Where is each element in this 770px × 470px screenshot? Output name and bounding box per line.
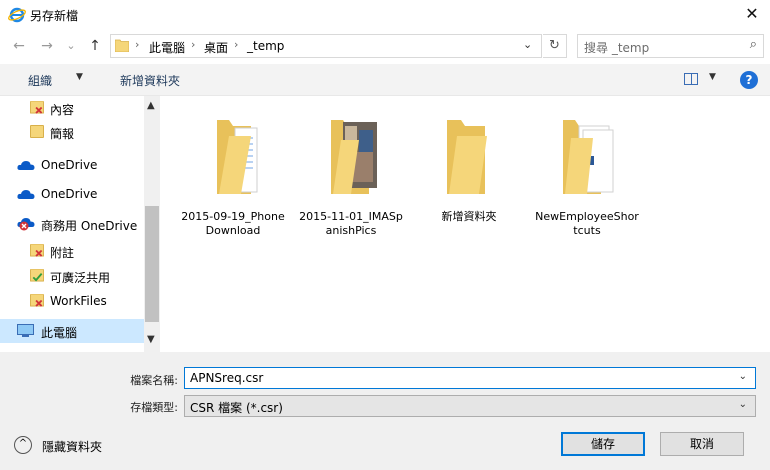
folder-error-icon [30, 101, 44, 114]
command-toolbar: 組織 ▼ 新增資料夾 ▼ ? [0, 64, 770, 96]
folder-with-documents-icon [563, 120, 614, 194]
address-dropdown-icon[interactable]: ⌄ [523, 38, 532, 51]
folder-name: 2015-09-19_Phone Download [178, 210, 288, 238]
chevron-down-icon[interactable]: ⌄ [739, 399, 747, 410]
folder-name-line: tcuts [573, 224, 601, 237]
file-list: 2015-09-19_Phone Download 2015-11-01_IMA… [160, 96, 770, 352]
crumb-separator[interactable]: › [191, 38, 195, 51]
sidebar-item-label: OneDrive [41, 158, 98, 172]
chevron-up-icon: ^ [14, 436, 32, 454]
navigation-bar: ← → ⌄ ↑ › 此電腦 › 桌面 › _temp ⌄ ↻ 搜尋 _temp … [0, 32, 770, 60]
folder-name: 新增資料夾 [414, 210, 524, 224]
save-button[interactable]: 儲存 [561, 432, 645, 456]
filename-input[interactable]: APNSreq.csr ⌄ [184, 367, 756, 389]
folder-with-document-icon [217, 120, 258, 194]
filetype-label: 存檔類型: [130, 401, 178, 414]
breadcrumb-temp[interactable]: _temp [247, 39, 284, 53]
title-bar: 另存新檔 ✕ [0, 0, 770, 30]
filetype-value: CSR 檔案 (*.csr) [190, 401, 283, 415]
internet-explorer-icon [8, 7, 26, 23]
search-box[interactable]: 搜尋 _temp ⌕ [577, 34, 764, 58]
folder-item[interactable]: 新增資料夾 [414, 108, 524, 248]
sidebar-item-label: 內容 [50, 103, 75, 117]
folder-item[interactable]: 2015-11-01_IMASp anishPics [296, 108, 406, 248]
folder-name: NewEmployeeShor tcuts [532, 210, 642, 238]
up-arrow-icon[interactable]: ↑ [86, 36, 104, 56]
breadcrumb-this-pc[interactable]: 此電腦 [149, 39, 185, 56]
sidebar-item-label: 商務用 OneDrive [41, 219, 138, 233]
folder-with-photos-icon [331, 120, 377, 194]
help-icon[interactable]: ? [740, 71, 758, 89]
onedrive-icon [17, 161, 35, 170]
folder-name-line: 2015-09-19_Phone [181, 210, 285, 223]
onedrive-icon [17, 190, 35, 199]
folder-empty-icon [447, 120, 487, 194]
chevron-down-icon[interactable]: ⌄ [739, 371, 747, 382]
sidebar-item-this-pc[interactable]: 此電腦 [0, 319, 144, 343]
breadcrumb-desktop[interactable]: 桌面 [204, 39, 228, 56]
back-arrow-icon[interactable]: ← [10, 36, 28, 56]
window-title: 另存新檔 [30, 9, 79, 23]
folder-item[interactable]: 2015-09-19_Phone Download [178, 108, 288, 248]
folder-name-line: NewEmployeeShor [535, 210, 639, 223]
folder-name-line: Download [205, 224, 261, 237]
scroll-down-icon[interactable]: ▼ [147, 334, 155, 345]
sidebar-item-label: OneDrive [41, 187, 98, 201]
view-pane-icon[interactable] [684, 73, 698, 85]
folder-item[interactable]: NewEmployeeShor tcuts [532, 108, 642, 248]
folder-name-line: 新增資料夾 [441, 210, 497, 223]
onedrive-business-error-icon [17, 218, 35, 231]
organize-menu[interactable]: 組織 [28, 72, 52, 89]
folder-synced-icon [30, 269, 44, 282]
scroll-up-icon[interactable]: ▲ [147, 100, 155, 111]
folder-error-icon [30, 294, 44, 307]
search-icon[interactable]: ⌕ [750, 37, 757, 52]
sidebar-scrollbar[interactable]: ▲ ▼ [144, 96, 160, 352]
save-as-dialog: 另存新檔 ✕ ← → ⌄ ↑ › 此電腦 › 桌面 › _temp ⌄ ↻ 搜尋… [0, 0, 770, 470]
refresh-button[interactable]: ↻ [543, 34, 567, 58]
sidebar-item-label: 此電腦 [41, 326, 78, 340]
sidebar-item-notes[interactable]: 附註 [0, 239, 144, 263]
sidebar-item-onedrive-2[interactable]: OneDrive [0, 182, 144, 206]
hide-folders-label: 隱藏資料夾 [42, 440, 103, 454]
close-button[interactable]: ✕ [742, 4, 762, 24]
search-placeholder: 搜尋 _temp [584, 41, 650, 55]
folder-name: 2015-11-01_IMASp anishPics [296, 210, 406, 238]
filename-label: 檔案名稱: [130, 374, 178, 387]
forward-arrow-icon[interactable]: → [38, 36, 56, 56]
sidebar-item-widely-shared[interactable]: 可廣泛共用 [0, 264, 144, 288]
recent-locations-icon[interactable]: ⌄ [62, 36, 80, 56]
cancel-button[interactable]: 取消 [660, 432, 744, 456]
new-folder-button[interactable]: 新增資料夾 [120, 72, 180, 89]
sidebar-item-label: 簡報 [50, 127, 75, 141]
crumb-separator[interactable]: › [234, 38, 238, 51]
save-options-panel: 檔案名稱: APNSreq.csr ⌄ 存檔類型: CSR 檔案 (*.csr)… [0, 352, 770, 470]
scrollbar-thumb[interactable] [145, 206, 159, 322]
sidebar-item-slides[interactable]: 簡報 [0, 120, 144, 144]
folder-icon [30, 125, 44, 138]
sidebar-item-label: WorkFiles [50, 294, 107, 308]
navigation-pane: 內容 簡報 OneDrive OneDrive 商務用 OneDrive 附註 … [0, 96, 160, 352]
sidebar-item-label: 可廣泛共用 [50, 271, 111, 285]
sidebar-item-label: 附註 [50, 246, 75, 260]
view-dropdown-icon[interactable]: ▼ [709, 72, 716, 82]
folder-name-line: 2015-11-01_IMASp [299, 210, 403, 223]
folder-name-line: anishPics [325, 224, 377, 237]
sidebar-item-onedrive[interactable]: OneDrive [0, 153, 144, 177]
folder-icon [115, 39, 129, 52]
address-bar[interactable]: › 此電腦 › 桌面 › _temp ⌄ [110, 34, 542, 58]
sidebar-item-onedrive-business[interactable]: 商務用 OneDrive [0, 212, 144, 236]
folder-error-icon [30, 244, 44, 257]
filetype-select[interactable]: CSR 檔案 (*.csr) ⌄ [184, 395, 756, 417]
sidebar-item-content[interactable]: 內容 [0, 96, 144, 120]
crumb-separator[interactable]: › [135, 38, 139, 51]
computer-icon [17, 324, 34, 337]
filename-value: APNSreq.csr [190, 371, 264, 385]
sidebar-item-workfiles[interactable]: WorkFiles [0, 289, 144, 313]
organize-dropdown-icon[interactable]: ▼ [76, 72, 83, 82]
